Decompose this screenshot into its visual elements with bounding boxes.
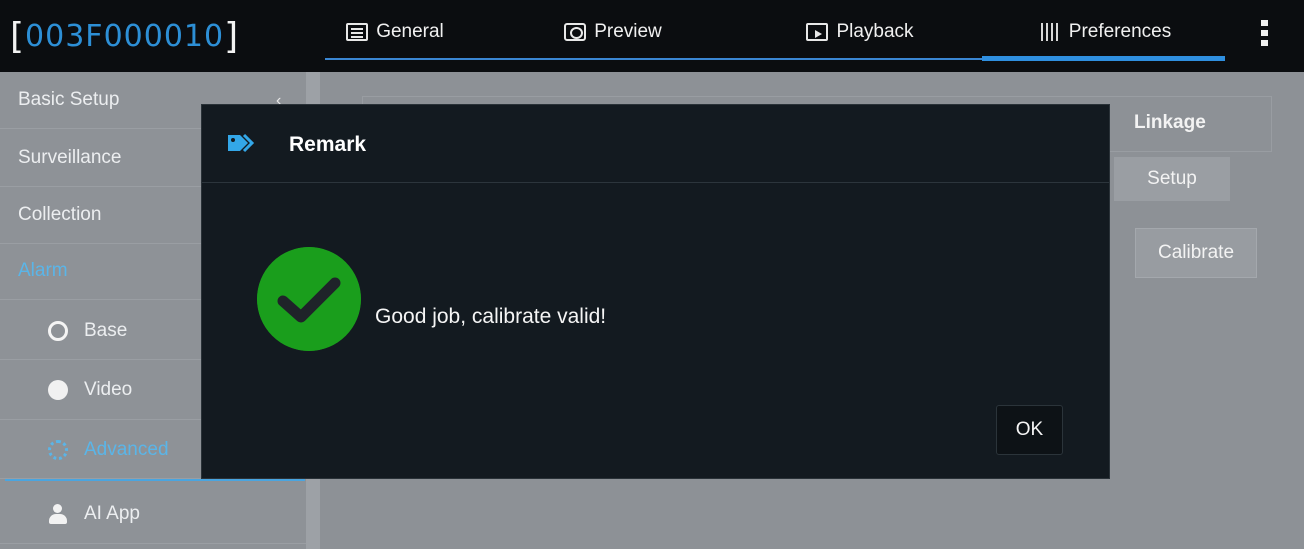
sidebar-item-label: Video [84,379,133,400]
tab-playback[interactable]: Playback [760,0,960,64]
sidebar-item-label: Alarm [18,260,68,281]
play-window-icon [806,23,829,41]
eye-monitor-icon [564,23,587,41]
dialog-message: Good job, calibrate valid! [375,305,607,328]
tab-label: Playback [836,21,914,42]
dialog-title: Remark [289,133,367,156]
sidebar-item-label: Base [84,319,128,341]
person-icon [48,503,68,524]
dialog-header: Remark [202,105,1109,183]
tab-preview[interactable]: Preview [518,0,708,64]
more-menu-icon[interactable] [1261,20,1269,46]
tag-icon [228,133,255,153]
list-window-icon [346,23,369,41]
ok-button[interactable]: OK [996,405,1063,455]
spinner-icon [48,439,68,460]
globe-icon [48,380,68,400]
sidebar-item-label: Surveillance [18,147,122,168]
active-tab-indicator [982,56,1225,61]
linkage-heading: Linkage [1134,112,1206,133]
selection-line [5,479,305,481]
sidebar-item-ai-app[interactable]: AI App [0,484,306,544]
check-circle-icon [257,247,361,351]
ring-icon [48,320,68,341]
sidebar-item-label: Advanced [84,438,169,460]
sidebar-item-label: AI App [84,502,140,524]
sidebar-item-label: Basic Setup [18,89,120,110]
tab-label: Preview [594,21,662,42]
tab-label: Preferences [1068,21,1172,42]
remark-dialog: Remark Good job, calibrate valid! OK [201,104,1110,479]
sliders-icon [1039,23,1061,41]
tab-preferences[interactable]: Preferences [995,0,1215,64]
device-id: [003F000010] [10,16,240,57]
setup-button[interactable]: Setup [1114,157,1230,201]
tab-general[interactable]: General [300,0,490,64]
sidebar-item-label: Collection [18,204,102,225]
top-bar: [003F000010] General Preview Playback Pr… [0,0,1304,72]
calibrate-button[interactable]: Calibrate [1135,228,1257,278]
tab-label: General [376,21,444,42]
